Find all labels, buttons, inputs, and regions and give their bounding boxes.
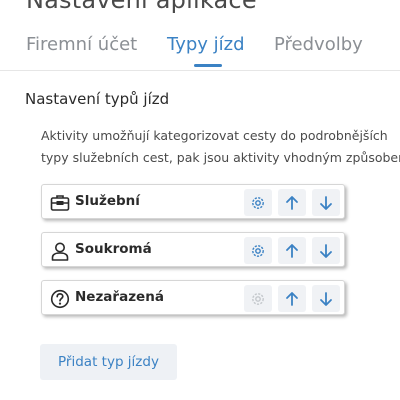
move-down-button[interactable]: [312, 285, 340, 312]
move-up-button[interactable]: [278, 237, 306, 264]
person-icon: [50, 241, 70, 261]
trip-type-card-business[interactable]: Služební: [41, 184, 345, 219]
description-line: typy služebních cest, pak jsou aktivity …: [41, 150, 400, 165]
move-up-button[interactable]: [278, 285, 306, 312]
settings-button[interactable]: [244, 237, 272, 264]
move-down-button[interactable]: [312, 237, 340, 264]
tab-company-account[interactable]: Firemní účet: [26, 34, 137, 55]
gear-icon: [250, 291, 266, 307]
move-down-button[interactable]: [312, 189, 340, 216]
tab-preferences[interactable]: Předvolby: [274, 34, 363, 55]
section-description: Aktivity umožňují kategorizovat cesty do…: [41, 125, 400, 169]
description-line: Aktivity umožňují kategorizovat cesty do…: [41, 128, 388, 143]
tab-trip-types[interactable]: Typy jízd: [167, 34, 245, 55]
trip-type-card-unassigned[interactable]: Nezařazená: [41, 280, 345, 315]
gear-icon: [250, 243, 266, 259]
section-title: Nastavení typů jízd: [25, 90, 170, 108]
trip-type-label: Služební: [75, 193, 140, 209]
page-title: Nastavení aplikace: [26, 0, 257, 14]
arrow-up-icon: [285, 195, 299, 211]
settings-button[interactable]: [244, 189, 272, 216]
trip-type-card-private[interactable]: Soukromá: [41, 232, 345, 267]
arrow-down-icon: [319, 195, 333, 211]
arrow-up-icon: [285, 243, 299, 259]
trip-type-label: Soukromá: [75, 241, 152, 257]
active-tab-indicator: [194, 64, 222, 67]
move-up-button[interactable]: [278, 189, 306, 216]
briefcase-icon: [50, 193, 70, 213]
arrow-down-icon: [319, 243, 333, 259]
trip-type-label: Nezařazená: [75, 289, 164, 305]
gear-icon: [250, 195, 266, 211]
settings-button-disabled: [244, 285, 272, 312]
arrow-up-icon: [285, 291, 299, 307]
question-icon: [50, 289, 70, 309]
add-trip-type-button[interactable]: Přidat typ jízdy: [40, 344, 177, 380]
arrow-down-icon: [319, 291, 333, 307]
